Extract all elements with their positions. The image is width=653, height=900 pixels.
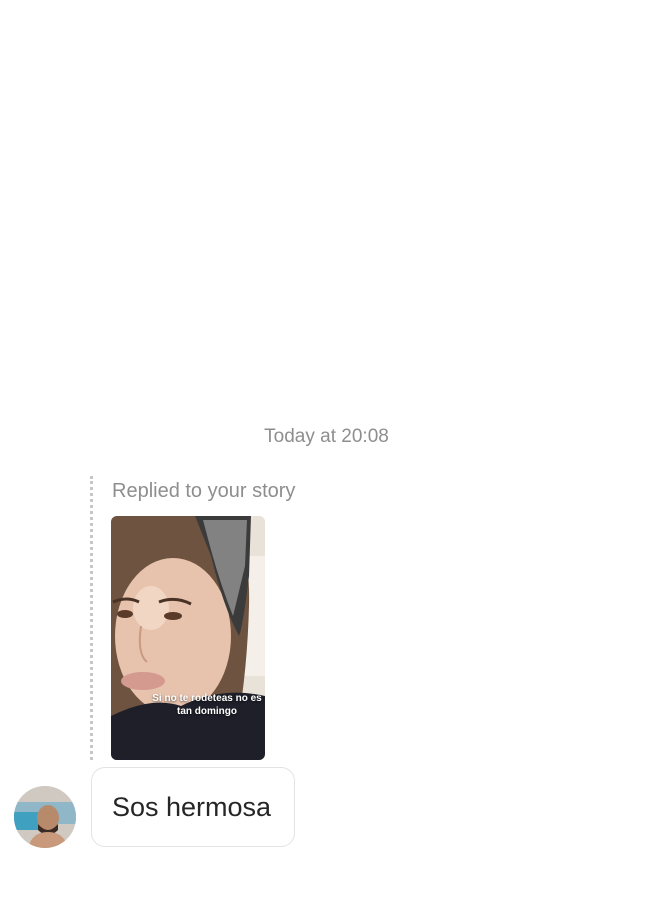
message-text: Sos hermosa	[112, 792, 272, 822]
chat-thread: Today at 20:08 Replied to your story Si …	[0, 0, 653, 900]
message-timestamp: Today at 20:08	[264, 426, 389, 447]
story-reply-rail	[90, 476, 93, 760]
story-reply-caption: Replied to your story	[112, 480, 296, 502]
story-thumbnail[interactable]: Si no te rodeteas no es tan domingo	[111, 516, 265, 760]
message-bubble[interactable]: Sos hermosa	[91, 767, 295, 847]
avatar-photo-icon	[14, 786, 76, 848]
sender-avatar[interactable]	[14, 786, 76, 848]
story-overlay-text: Si no te rodeteas no es tan domingo	[152, 693, 262, 717]
story-photo-icon	[111, 516, 265, 760]
